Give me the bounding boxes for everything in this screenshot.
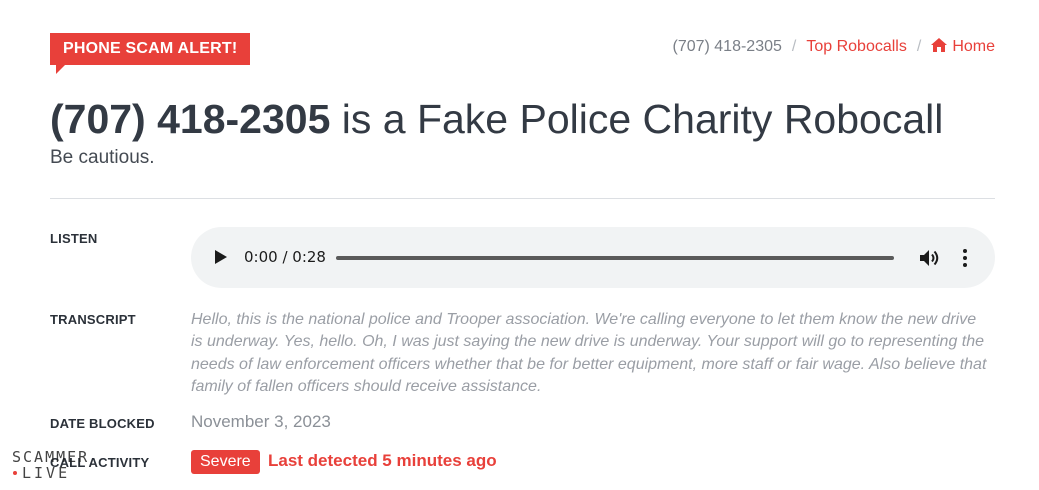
page-title-rest: is a Fake Police Charity Robocall — [330, 96, 944, 142]
transcript-text: Hello, this is the national police and T… — [191, 311, 987, 395]
severity-badge: Severe — [191, 450, 260, 474]
breadcrumb-home-link[interactable]: Home — [931, 38, 995, 56]
transcript-label: TRANSCRIPT — [50, 312, 136, 327]
date-blocked-label: DATE BLOCKED — [50, 416, 155, 431]
badge-tail — [56, 65, 65, 74]
page-title: (707) 418-2305 is a Fake Police Charity … — [50, 96, 943, 143]
more-vertical-icon[interactable] — [961, 249, 969, 267]
divider — [50, 198, 995, 199]
audio-progress-track[interactable] — [336, 256, 894, 260]
date-blocked-value: November 3, 2023 — [191, 412, 331, 431]
scam-alert-text: PHONE SCAM ALERT! — [63, 40, 238, 57]
play-icon[interactable] — [215, 250, 227, 264]
audio-player: 0:00 / 0:28 — [191, 227, 995, 288]
page: PHONE SCAM ALERT! (707) 418-2305 / Top R… — [0, 0, 1039, 490]
audio-time: 0:00 / 0:28 — [244, 248, 326, 266]
breadcrumb-separator: / — [916, 38, 922, 55]
scam-alert-badge: PHONE SCAM ALERT! — [50, 33, 251, 74]
volume-icon[interactable] — [919, 248, 941, 268]
home-icon — [931, 38, 948, 52]
breadcrumb-home-label: Home — [952, 38, 995, 55]
scammer-live-watermark-logo: SCAMMER LIVE — [12, 448, 87, 482]
breadcrumb-separator: / — [791, 38, 797, 55]
breadcrumb-top-robocalls-link[interactable]: Top Robocalls — [806, 38, 907, 56]
listen-label: LISTEN — [50, 231, 98, 246]
breadcrumb-current: (707) 418-2305 — [672, 38, 782, 55]
last-detected-text: Last detected 5 minutes ago — [268, 451, 497, 470]
svg-text:LIVE: LIVE — [22, 464, 70, 482]
page-subtitle: Be cautious. — [50, 147, 155, 168]
breadcrumb: (707) 418-2305 / Top Robocalls / Home — [672, 38, 995, 56]
page-title-phone: (707) 418-2305 — [50, 96, 331, 142]
